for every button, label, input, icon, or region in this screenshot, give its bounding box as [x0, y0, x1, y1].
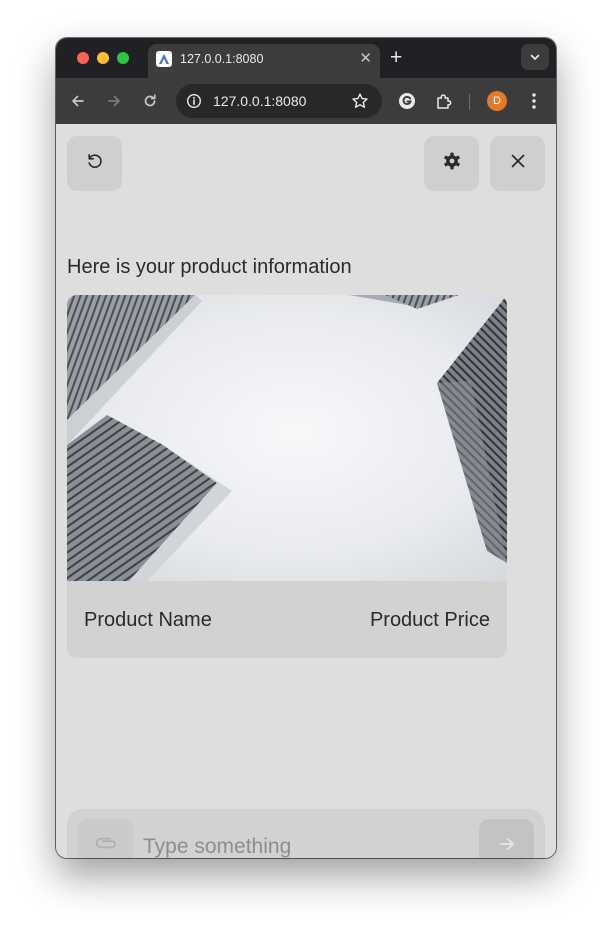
kebab-menu-icon[interactable]: [524, 91, 544, 111]
chevron-down-icon[interactable]: [521, 44, 549, 70]
star-icon[interactable]: [351, 92, 369, 115]
toolbar-divider: [469, 94, 470, 110]
chat-message: Here is your product information: [67, 256, 352, 278]
tab-title: 127.0.0.1:8080: [180, 52, 264, 66]
window-minimize-control[interactable]: [97, 52, 109, 64]
window-zoom-control[interactable]: [117, 52, 129, 64]
settings-button[interactable]: [424, 136, 479, 191]
attach-button[interactable]: [78, 819, 133, 858]
product-image: [67, 295, 507, 581]
product-card[interactable]: Product Name Product Price: [67, 295, 507, 658]
restart-icon: [85, 151, 105, 176]
close-button[interactable]: [490, 136, 545, 191]
reload-icon[interactable]: [140, 91, 160, 111]
address-bar[interactable]: 127.0.0.1:8080: [176, 84, 382, 118]
browser-tab[interactable]: 127.0.0.1:8080 ✕: [148, 44, 380, 78]
profile-avatar[interactable]: D: [487, 91, 507, 111]
product-name: Product Name: [84, 609, 212, 631]
url-text[interactable]: 127.0.0.1:8080: [213, 93, 306, 109]
message-composer: [67, 809, 545, 858]
chat-widget: Here is your product information Product…: [56, 124, 556, 858]
browser-window: 127.0.0.1:8080 ✕ + 127.0.0.1:8080 D Here…: [56, 38, 556, 858]
paperclip-icon: [95, 833, 117, 858]
message-input[interactable]: [143, 829, 463, 858]
grammarly-icon[interactable]: [397, 91, 417, 111]
browser-toolbar: 127.0.0.1:8080 D: [56, 78, 556, 124]
puzzle-icon[interactable]: [434, 91, 454, 111]
arrow-right-icon[interactable]: [104, 91, 124, 111]
send-button[interactable]: [479, 819, 534, 858]
window-close-control[interactable]: [77, 52, 89, 64]
restart-button[interactable]: [67, 136, 122, 191]
gear-icon: [442, 151, 462, 176]
tab-strip: 127.0.0.1:8080 ✕ +: [56, 38, 556, 78]
arrow-right-icon: [498, 835, 516, 858]
close-icon: [509, 152, 527, 175]
info-icon[interactable]: [185, 92, 203, 110]
app-favicon-icon: [156, 51, 172, 67]
close-icon[interactable]: ✕: [359, 50, 372, 68]
arrow-left-icon[interactable]: [68, 91, 88, 111]
product-price: Product Price: [369, 609, 490, 631]
plus-icon[interactable]: +: [390, 47, 402, 69]
